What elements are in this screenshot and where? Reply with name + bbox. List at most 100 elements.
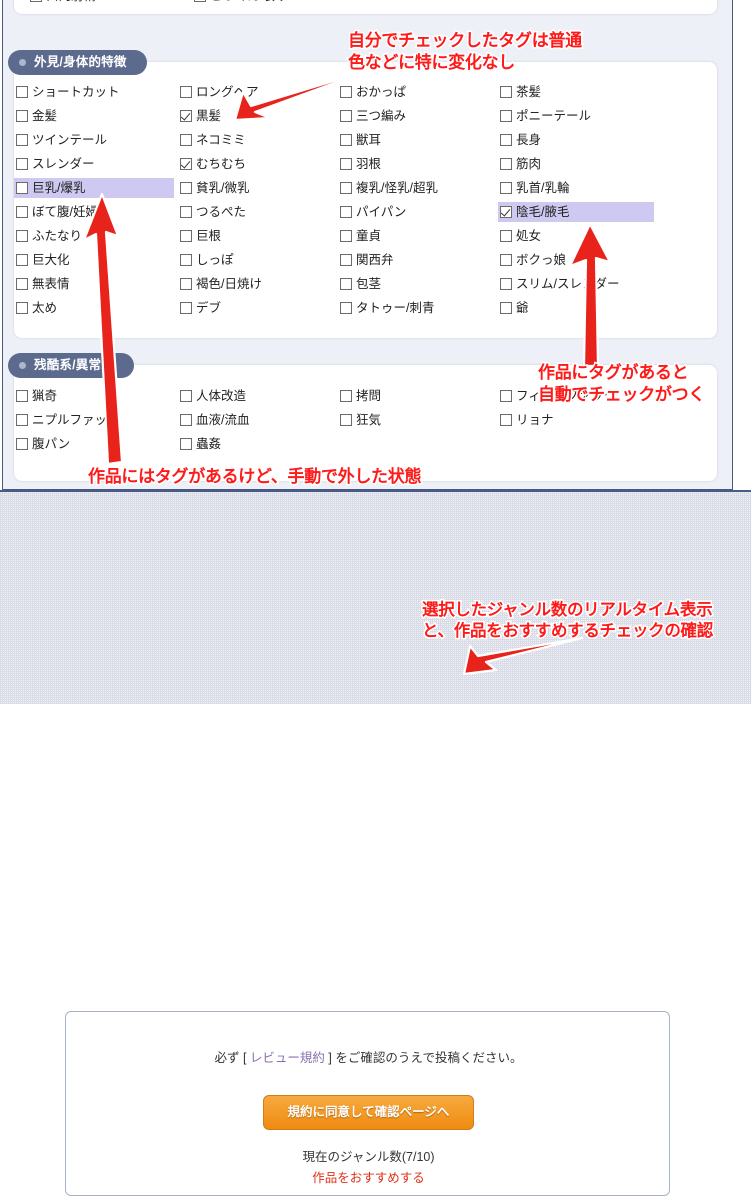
checkbox-box[interactable] <box>16 254 28 266</box>
checkbox-item[interactable]: むちむち <box>178 154 334 174</box>
checkbox-item[interactable]: 口内射精 <box>28 0 96 6</box>
checkbox-item[interactable]: 茶髪 <box>498 82 654 102</box>
checkbox-box[interactable] <box>500 302 512 314</box>
checkbox-box[interactable] <box>340 158 352 170</box>
checkbox-item[interactable]: 筋肉 <box>498 154 654 174</box>
checkbox-item[interactable]: パイパン <box>338 202 494 222</box>
checkbox-box[interactable] <box>500 110 512 122</box>
checkbox-box[interactable] <box>340 254 352 266</box>
checkbox-label: 処女 <box>516 229 542 243</box>
checkbox-item[interactable]: 関西弁 <box>338 250 494 270</box>
checkbox-box[interactable] <box>340 134 352 146</box>
checkbox-box[interactable] <box>16 158 28 170</box>
checkbox-box[interactable] <box>180 206 192 218</box>
checkbox-item[interactable]: 童貞 <box>338 226 494 246</box>
checkbox-box[interactable] <box>16 110 28 122</box>
checkbox-item[interactable]: リョナ <box>498 410 654 430</box>
checkbox-box[interactable] <box>16 86 28 98</box>
checkbox-item[interactable]: 蟲姦 <box>178 434 334 454</box>
checkbox-item[interactable]: 羽根 <box>338 154 494 174</box>
checkbox-box[interactable] <box>180 182 192 194</box>
checkbox-item[interactable]: 乳首/乳輪 <box>498 178 654 198</box>
checkbox-item[interactable]: しっぽ <box>178 250 334 270</box>
checkbox-item[interactable]: ネコミミ <box>178 130 334 150</box>
checkbox-item[interactable]: 褐色/日焼け <box>178 274 334 294</box>
checkbox-box-checked[interactable] <box>500 206 512 218</box>
checkbox-box[interactable] <box>500 278 512 290</box>
checkbox-box[interactable] <box>340 278 352 290</box>
checkbox-item[interactable]: デブ <box>178 298 334 318</box>
checkbox-item[interactable]: 長身 <box>498 130 654 150</box>
checkbox-item[interactable]: ツインテール <box>14 130 174 150</box>
checkbox-box[interactable] <box>180 390 192 402</box>
annotation-arrow-realtime-count <box>430 636 590 680</box>
checkbox-box[interactable] <box>500 414 512 426</box>
checkbox-box[interactable] <box>16 134 28 146</box>
checkbox-box[interactable] <box>180 302 192 314</box>
checkbox-label: 関西弁 <box>356 253 394 267</box>
checkbox-item[interactable]: 血液/流血 <box>178 410 334 430</box>
checkbox-box[interactable] <box>500 254 512 266</box>
section-title: 外見/身体的特徴 <box>34 55 127 69</box>
checkbox-item[interactable]: タトゥー/刺青 <box>338 298 494 318</box>
checkbox-box[interactable] <box>16 390 28 402</box>
checkbox-item[interactable]: 獣耳 <box>338 130 494 150</box>
checkbox-box[interactable] <box>180 254 192 266</box>
checkbox-box[interactable] <box>500 158 512 170</box>
checkbox-item[interactable]: 複乳/怪乳/超乳 <box>338 178 494 198</box>
checkbox-item[interactable]: 包茎 <box>338 274 494 294</box>
checkbox-box[interactable] <box>180 438 192 450</box>
checkbox-label: 人体改造 <box>196 389 247 403</box>
checkbox-box-checked[interactable] <box>180 110 192 122</box>
checkbox-box[interactable] <box>340 390 352 402</box>
checkbox-label: しっぽ <box>196 253 234 267</box>
checkbox-box[interactable] <box>180 230 192 242</box>
checkbox-box[interactable] <box>16 230 28 242</box>
checkbox-box[interactable] <box>340 182 352 194</box>
checkbox-item[interactable]: 金髪 <box>14 106 174 126</box>
checkbox-box[interactable] <box>194 0 206 2</box>
checkbox-box[interactable] <box>180 414 192 426</box>
checkbox-box[interactable] <box>180 134 192 146</box>
checkbox-label: 金髪 <box>32 109 58 123</box>
checkbox-item[interactable]: 巨根 <box>178 226 334 246</box>
checkbox-box[interactable] <box>340 302 352 314</box>
checkbox-box[interactable] <box>16 302 28 314</box>
checkbox-box[interactable] <box>180 278 192 290</box>
checkbox-box[interactable] <box>16 278 28 290</box>
checkbox-box[interactable] <box>500 390 512 402</box>
checkbox-item[interactable]: 陰毛/腋毛 <box>498 202 654 222</box>
checkbox-item[interactable]: 貧乳/微乳 <box>178 178 334 198</box>
checkbox-item[interactable]: ごっくん/食ザー <box>192 0 301 6</box>
review-terms-link[interactable]: レビュー規約 <box>250 1051 325 1065</box>
submit-button[interactable]: 規約に同意して確認ページへ <box>263 1095 474 1130</box>
checkbox-item[interactable]: ショートカット <box>14 82 174 102</box>
checkbox-box[interactable] <box>16 206 28 218</box>
checkbox-label: 褐色/日焼け <box>196 277 262 291</box>
checkbox-box[interactable] <box>500 182 512 194</box>
checkbox-box[interactable] <box>180 86 192 98</box>
checkbox-item[interactable]: つるぺた <box>178 202 334 222</box>
checkbox-box-checked[interactable] <box>180 158 192 170</box>
checkbox-label: 長身 <box>516 133 542 147</box>
annotation-self-check: 自分でチェックしたタグは普通 色などに特に変化なし <box>347 30 584 74</box>
checkbox-box[interactable] <box>340 206 352 218</box>
checkbox-label: 陰毛/腋毛 <box>516 205 570 219</box>
checkbox-box[interactable] <box>500 86 512 98</box>
checkbox-box[interactable] <box>16 182 28 194</box>
checkbox-item[interactable]: スレンダー <box>14 154 174 174</box>
checkbox-box[interactable] <box>340 414 352 426</box>
checkbox-box[interactable] <box>340 230 352 242</box>
checkbox-box[interactable] <box>500 230 512 242</box>
checkbox-item[interactable]: 狂気 <box>338 410 494 430</box>
checkbox-label: ツインテール <box>32 133 108 147</box>
checkbox-item[interactable]: 人体改造 <box>178 386 334 406</box>
checkbox-item[interactable]: 拷問 <box>338 386 494 406</box>
annotation-arrow-auto-check <box>548 222 638 370</box>
checkbox-label: 複乳/怪乳/超乳 <box>356 181 438 195</box>
checkbox-box[interactable] <box>16 438 28 450</box>
checkbox-box[interactable] <box>16 414 28 426</box>
checkbox-item[interactable]: ポニーテール <box>498 106 654 126</box>
checkbox-box[interactable] <box>500 134 512 146</box>
checkbox-box[interactable] <box>30 0 42 2</box>
